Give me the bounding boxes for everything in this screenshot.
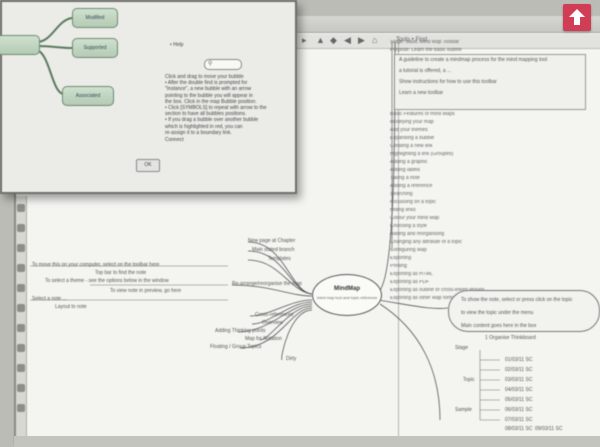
outline-note-box: A guideline to create a mindmap process … [394, 54, 586, 110]
list-item[interactable]: Adding a graphic [390, 160, 570, 165]
list-item[interactable]: Basic Features of mind Maps [390, 112, 570, 117]
bottom-edge [14, 436, 600, 447]
detail-item[interactable]: 08/03/11 SC [505, 426, 532, 432]
list-item[interactable]: Printing [390, 264, 570, 269]
upload-button[interactable] [563, 4, 591, 31]
list-item[interactable]: Taking a note [390, 176, 570, 181]
branch-topic[interactable]: Re-arrange/reorganise the map [232, 281, 302, 287]
help-link[interactable]: • Help [170, 42, 183, 48]
far-left-note[interactable]: Select a note ... [32, 296, 67, 302]
help-dialog: Modified Supported Associated • Help ⚲ C… [0, 0, 297, 194]
list-item[interactable]: Expanding a bubble [390, 136, 570, 141]
ok-button[interactable]: OK [136, 159, 160, 172]
detail-item[interactable]: 02/03/11 SC [505, 367, 532, 373]
list-item[interactable]: Adding labels [390, 168, 570, 173]
search-field[interactable]: ⚲ [204, 59, 242, 70]
list-item[interactable]: Searching [390, 192, 570, 197]
list-item[interactable]: Colour your mind Map [390, 216, 570, 221]
list-item[interactable]: Choosing a style [390, 224, 570, 229]
list-item[interactable]: Focussing on a topic [390, 200, 570, 205]
detail-title[interactable]: 1 Organise Thinkboard [485, 335, 536, 341]
list-item[interactable]: Exporting [390, 256, 570, 261]
list-item[interactable]: Hiding links [390, 208, 570, 213]
detail-item[interactable]: 03/03/11 SC [505, 377, 532, 383]
far-left-note[interactable]: Top bar to find the note [95, 270, 146, 276]
central-topic[interactable]: MindMap mind map tool and topic referenc… [312, 274, 382, 316]
detail-item[interactable]: 09/03/11 SC [535, 426, 562, 432]
far-left-note[interactable]: To move this on your computer, select on… [32, 262, 159, 268]
list-item[interactable]: Exporting as HTML [390, 272, 570, 277]
mini-node[interactable]: Associated [62, 86, 114, 106]
arrow-up-icon [569, 9, 585, 25]
list-item[interactable]: Stage: Basic Mind Map Toolbar [390, 40, 570, 45]
detail-item[interactable]: 04/03/11 SC [505, 387, 532, 393]
central-topic-title: MindMap [334, 286, 360, 292]
branch-topic[interactable]: New page at Chapter [248, 238, 295, 244]
detail-label: Stage [455, 345, 469, 351]
branch-topic[interactable]: Dirty [286, 356, 296, 362]
list-item[interactable]: Changing any attribute of a topic [390, 240, 570, 245]
mini-node-root[interactable] [0, 35, 40, 55]
detail-item[interactable]: 06/03/11 SC [505, 407, 532, 413]
list-item[interactable]: Modifying your map [390, 120, 570, 125]
list-item[interactable]: Configuring Map [390, 248, 570, 253]
detail-item[interactable]: 01/03/11 SC [505, 357, 532, 363]
search-icon: ⚲ [208, 61, 213, 67]
mini-node[interactable]: Supported [72, 38, 118, 58]
detail-label: Topic [463, 377, 475, 383]
outline-list-lower: Basic Features of mind Maps Modifying yo… [390, 112, 570, 304]
list-item[interactable]: Adding and reorganising [390, 232, 570, 237]
branch-topic[interactable]: Map for Notation [245, 336, 282, 342]
detail-item[interactable]: 07/03/11 SC [505, 417, 532, 423]
branch-topic[interactable]: Templates [268, 256, 291, 262]
connect-label: Connect [165, 137, 184, 143]
branch-topic[interactable]: Main stated branch [252, 247, 295, 253]
list-item[interactable]: Creating a new link [390, 144, 570, 149]
branch-topic[interactable]: Floating / Group Topics [210, 344, 261, 350]
mini-node[interactable]: Modified [72, 8, 118, 28]
list-item[interactable]: Highlighting a link (Grouped) [390, 152, 570, 157]
help-text: Click and drag to move your bubble • Aft… [165, 74, 267, 136]
branch-topic[interactable]: Overview [262, 320, 283, 326]
far-left-note[interactable]: To view note in preview, go here [110, 288, 181, 294]
detail-branch: 1 Organise Thinkboard Stage Topic Sample… [455, 335, 595, 435]
list-item[interactable]: Add your themes [390, 128, 570, 133]
detail-label: Sample [455, 407, 472, 413]
list-item[interactable]: Purpose: Learn the basic outline [390, 48, 570, 53]
list-item[interactable]: Adding a reference [390, 184, 570, 189]
far-left-note[interactable]: To select a theme - see the options belo… [45, 278, 169, 284]
far-left-note[interactable]: Layout to note [55, 304, 87, 310]
detail-item[interactable]: 05/03/11 SC [505, 397, 532, 403]
note-bubble[interactable]: To show the note, select or press click … [448, 290, 600, 332]
branch-topic[interactable]: Cross-references [255, 312, 293, 318]
list-item[interactable]: Exporting as PDF [390, 280, 570, 285]
branch-topic[interactable]: Adding Thinking points [215, 328, 266, 334]
central-topic-subtitle: mind map tool and topic reference [316, 295, 378, 300]
